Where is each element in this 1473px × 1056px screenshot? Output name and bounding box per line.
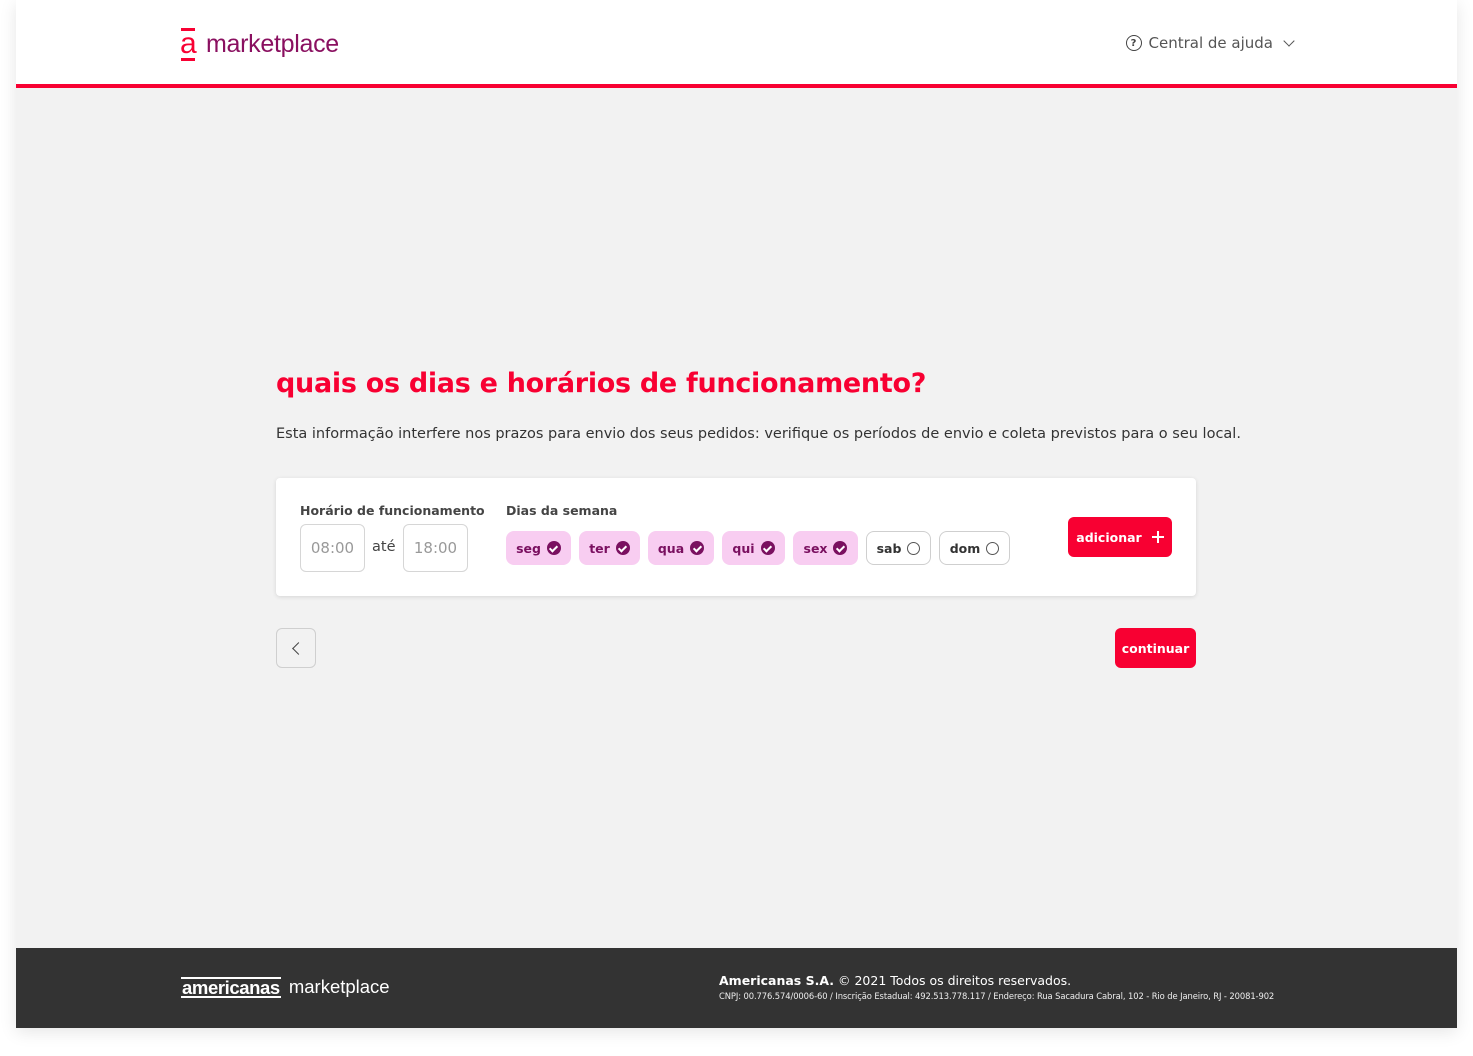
day-chip-qui[interactable]: qui (722, 531, 785, 565)
day-chip-seg[interactable]: seg (506, 531, 571, 565)
hours-label: Horário de funcionamento (300, 503, 485, 518)
day-chip-label: sex (803, 540, 828, 556)
weekdays-label: Dias da semana (506, 503, 618, 518)
footer-copyright: © 2021 Todos os direitos reservados. (838, 973, 1072, 988)
continue-button[interactable]: continuar (1115, 628, 1196, 668)
footer-brand: americanas (181, 976, 281, 998)
schedule-card: Horário de funcionamento até Dias da sem… (276, 478, 1196, 596)
chevron-left-icon (291, 641, 305, 655)
check-circle-icon (615, 541, 630, 555)
check-circle-icon (760, 541, 775, 555)
page-title: quais os dias e horários de funcionament… (276, 368, 927, 399)
day-chip-sab[interactable]: sab (866, 531, 931, 565)
day-chip-label: dom (949, 540, 981, 556)
opening-time-input[interactable] (300, 524, 365, 572)
radio-empty-icon (907, 541, 921, 555)
footer-brand-suffix: marketplace (288, 976, 390, 997)
top-header: a marketplace ? Central de ajuda (16, 0, 1457, 88)
help-center-label: Central de ajuda (1148, 34, 1273, 52)
question-circle-icon: ? (1125, 35, 1142, 51)
footer-legal: Americanas S.A. © 2021 Todos os direitos… (719, 973, 1274, 1001)
footer-logo: americanas marketplace (181, 976, 390, 998)
day-chip-qua[interactable]: qua (648, 531, 714, 565)
check-circle-icon (690, 541, 705, 555)
day-chip-label: qui (732, 540, 755, 556)
check-circle-icon (833, 541, 848, 555)
day-chip-label: sab (876, 540, 902, 556)
app-frame: a marketplace ? Central de ajuda quais o… (16, 0, 1457, 1028)
page-footer: americanas marketplace Americanas S.A. ©… (16, 948, 1457, 1028)
day-chip-label: ter (589, 540, 610, 556)
logo-text: marketplace (206, 30, 339, 58)
add-schedule-button[interactable]: adicionar (1068, 517, 1172, 557)
americanas-logo-icon: a (180, 27, 197, 61)
footer-legal-info: CNPJ: 00.776.574/0006-60 / Inscrição Est… (719, 991, 1275, 1001)
back-button[interactable] (276, 628, 316, 668)
chevron-down-icon (1283, 35, 1295, 47)
marketplace-logo[interactable]: a marketplace (180, 26, 339, 61)
check-circle-icon (546, 541, 561, 555)
page-subtitle: Esta informação interfere nos prazos par… (276, 426, 1241, 442)
footer-company: Americanas S.A. (719, 973, 835, 988)
radio-empty-icon (986, 541, 1000, 555)
day-chip-sex[interactable]: sex (793, 531, 858, 565)
day-chip-label: qua (657, 540, 685, 556)
time-separator: até (372, 539, 396, 555)
closing-time-input[interactable] (403, 524, 468, 572)
day-chip-label: seg (516, 540, 541, 556)
help-center-menu[interactable]: ? Central de ajuda (1125, 34, 1295, 52)
plus-icon (1151, 531, 1164, 543)
day-chip-dom[interactable]: dom (939, 531, 1010, 565)
add-button-label: adicionar (1076, 529, 1142, 545)
footer-copyright-line: Americanas S.A. © 2021 Todos os direitos… (719, 973, 1274, 988)
day-chip-ter[interactable]: ter (579, 531, 640, 565)
